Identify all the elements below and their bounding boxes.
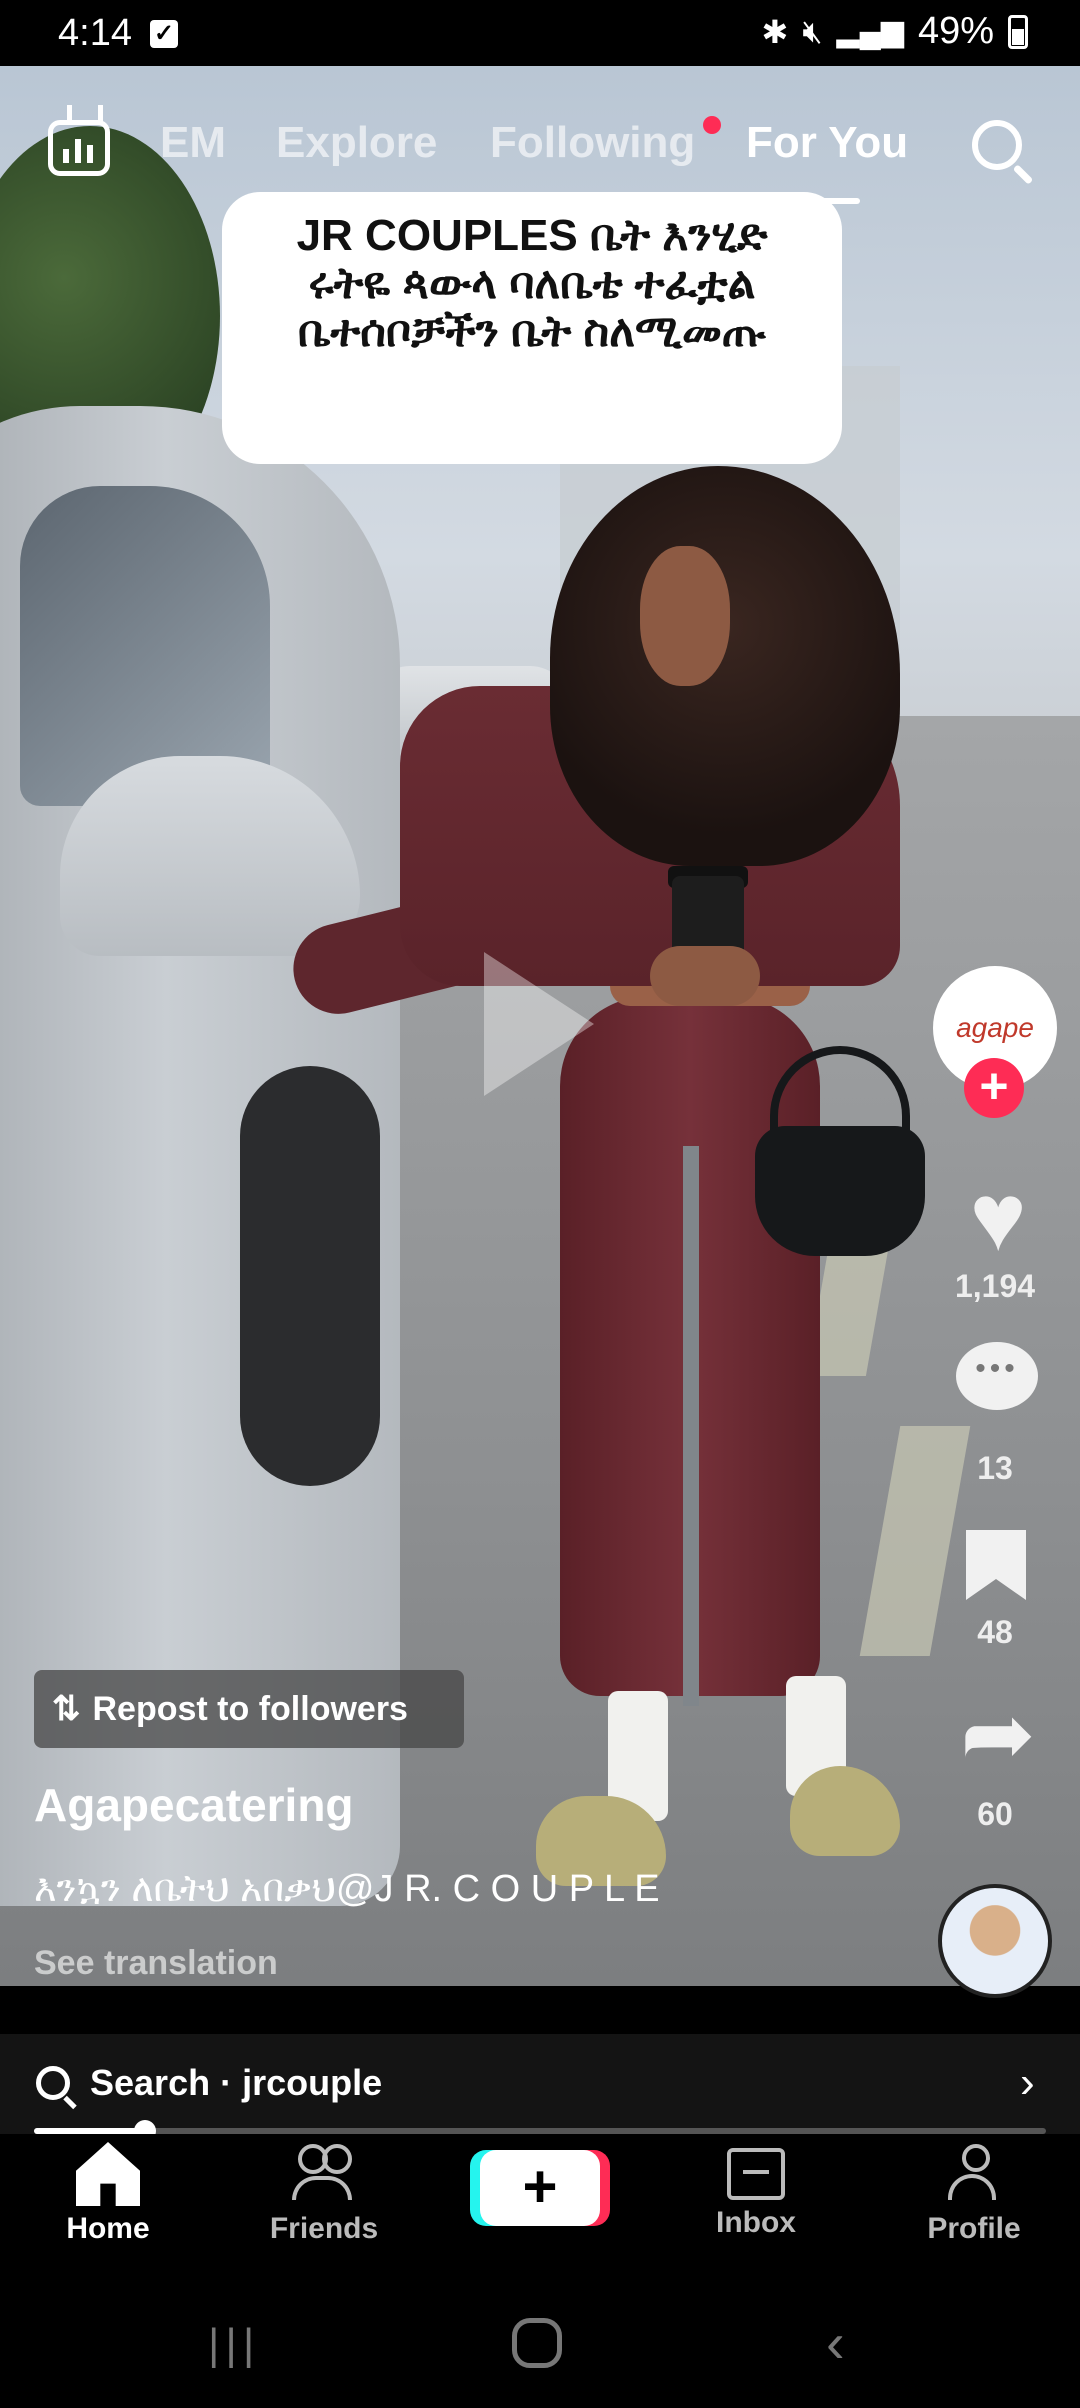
related-search-text[interactable]: Search · jrcouple bbox=[90, 2062, 382, 2104]
person-face bbox=[640, 546, 730, 686]
handbag bbox=[755, 1126, 925, 1256]
nav-home-label: Home bbox=[66, 2212, 150, 2245]
see-translation-link[interactable]: See translation bbox=[34, 1944, 278, 1983]
like-count: 1,194 bbox=[954, 1268, 1036, 1304]
back-icon[interactable]: ‹ bbox=[826, 2310, 845, 2375]
nav-inbox[interactable]: Inbox bbox=[676, 2142, 836, 2240]
live-tv-icon[interactable] bbox=[48, 120, 110, 176]
chevron-right-icon[interactable]: › bbox=[1020, 2058, 1035, 2108]
search-icon bbox=[36, 2066, 70, 2100]
nav-friends-label: Friends bbox=[269, 2212, 379, 2245]
tab-for-you[interactable]: For You bbox=[746, 118, 908, 168]
share-count: 60 bbox=[977, 1796, 1013, 1832]
friends-icon bbox=[292, 2142, 356, 2206]
status-time: 4:14 bbox=[58, 12, 132, 54]
nav-profile-label: Profile bbox=[927, 2212, 1021, 2245]
tab-explore[interactable]: Explore bbox=[276, 118, 437, 168]
nav-friends[interactable]: Friends bbox=[244, 2142, 404, 2246]
search-icon[interactable] bbox=[972, 120, 1022, 170]
status-bar: 4:14 ✓ ✱ 🔇︎ ▂▄▆ 49% bbox=[0, 0, 1080, 66]
recents-icon[interactable]: ||| bbox=[208, 2320, 260, 2370]
nav-profile[interactable]: Profile bbox=[894, 2142, 1054, 2246]
system-home-icon[interactable] bbox=[512, 2318, 562, 2368]
car-wheel bbox=[240, 1066, 380, 1486]
following-notification-dot bbox=[703, 116, 721, 134]
heart-icon[interactable]: ♥ bbox=[950, 1170, 1046, 1266]
profile-icon bbox=[942, 2142, 1006, 2206]
active-tab-indicator bbox=[796, 198, 860, 204]
notification-check-icon: ✓ bbox=[150, 20, 178, 48]
tab-em[interactable]: EM bbox=[160, 118, 226, 168]
overlay-line: ቤተሰቦቻችን ቤት ስለሚመጡ bbox=[297, 307, 767, 356]
nav-home[interactable]: Home bbox=[28, 2142, 188, 2246]
mute-icon: 🔇︎ bbox=[802, 12, 823, 49]
repost-icon: ⇅ bbox=[52, 1690, 81, 1728]
create-button[interactable]: + bbox=[480, 2150, 600, 2226]
person-leg-gap bbox=[683, 1146, 699, 1706]
share-icon[interactable]: ➦ bbox=[950, 1690, 1046, 1780]
bluetooth-icon: ✱ bbox=[761, 13, 789, 50]
overlay-line: JR COUPLES ቤት እንሂድ bbox=[296, 211, 768, 260]
person-hand bbox=[650, 946, 760, 1006]
comment-icon[interactable] bbox=[956, 1342, 1038, 1410]
sound-disc-avatar[interactable] bbox=[938, 1884, 1052, 1998]
signal-icon: ▂▄▆ bbox=[836, 15, 904, 48]
tab-following[interactable]: Following bbox=[490, 118, 695, 168]
repost-label: Repost to followers bbox=[92, 1689, 408, 1728]
home-icon bbox=[76, 2142, 140, 2206]
nav-inbox-label: Inbox bbox=[716, 2206, 796, 2239]
repost-button[interactable]: ⇅ Repost to followers bbox=[34, 1670, 464, 1748]
video-text-overlay: JR COUPLES ቤት እንሂድ ሩትዬ ጳውላ ባለቤቴ ተፈቷል ቤተሰ… bbox=[222, 192, 842, 464]
post-username[interactable]: Agapecatering bbox=[34, 1778, 354, 1832]
status-right-cluster: ✱ 🔇︎ ▂▄▆ 49% bbox=[762, 10, 1028, 53]
battery-icon bbox=[1008, 14, 1028, 49]
follow-button[interactable]: + bbox=[964, 1058, 1024, 1118]
creator-logo-text: agape bbox=[956, 1012, 1034, 1043]
post-description[interactable]: እንኳን ለቤትህ አበቃህ@J R. C O U P L E bbox=[34, 1868, 660, 1911]
save-count: 48 bbox=[977, 1614, 1013, 1650]
overlay-line: ሩትዬ ጳውላ ባለቤቴ ተፈቷል bbox=[308, 259, 756, 308]
battery-percent: 49% bbox=[917, 10, 994, 52]
play-icon[interactable] bbox=[484, 952, 594, 1096]
inbox-icon bbox=[727, 2148, 785, 2200]
comment-count: 13 bbox=[977, 1450, 1013, 1486]
